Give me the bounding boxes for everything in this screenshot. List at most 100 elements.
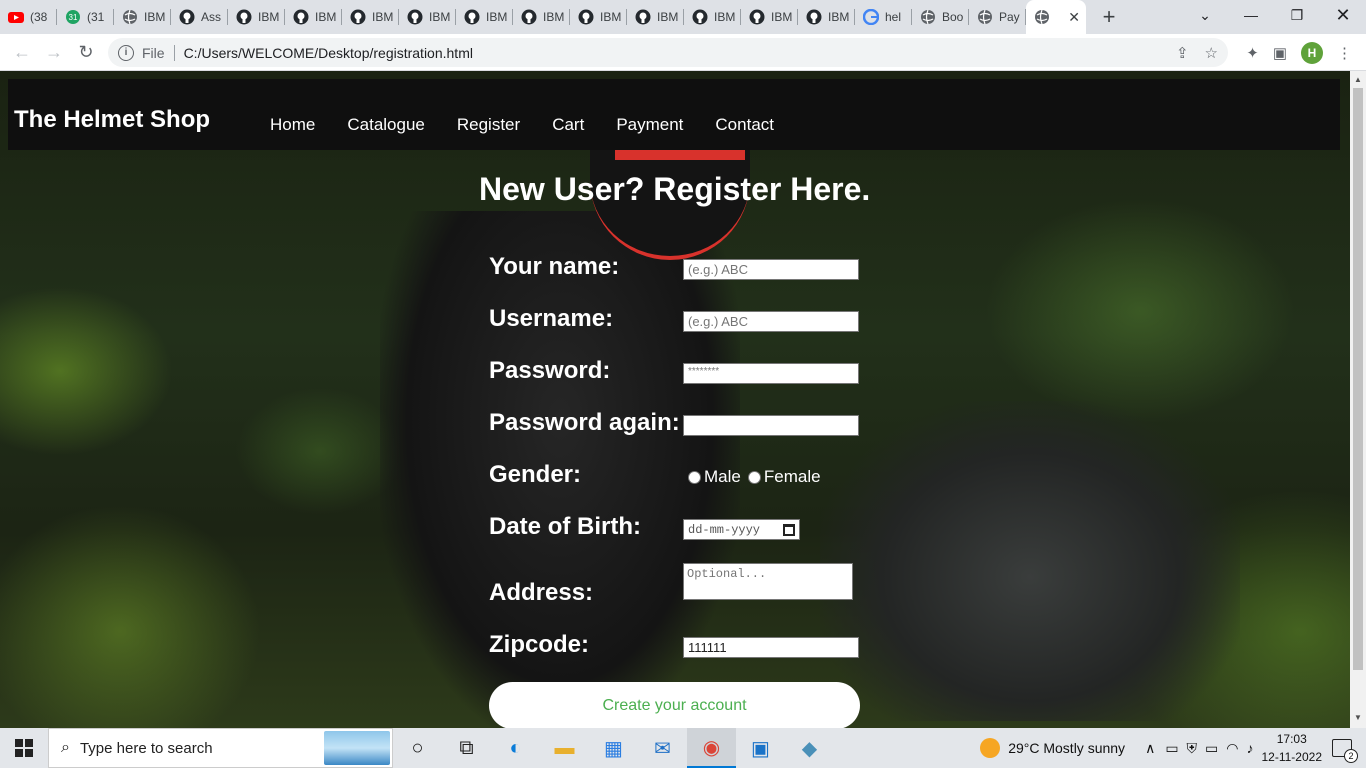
tab-8[interactable]: IBM (456, 0, 513, 34)
globe-icon (920, 9, 936, 25)
site-navbar: The Helmet Shop Home Catalogue Register … (8, 79, 1340, 150)
password-again-label: Password again: (489, 409, 680, 436)
tab-17[interactable]: Pay (969, 0, 1026, 34)
address-textarea[interactable]: Optional... (683, 563, 853, 600)
scroll-down-icon[interactable]: ▼ (1354, 713, 1362, 722)
username-input[interactable]: (e.g.) ABC (683, 311, 859, 332)
password-input[interactable]: ******** (683, 363, 859, 384)
search-highlight-image (324, 731, 390, 765)
weather-icon[interactable] (980, 738, 1001, 758)
nav-link-home[interactable]: Home (270, 115, 315, 135)
forward-button[interactable]: → (38, 36, 70, 68)
app-icon[interactable]: ◆ (785, 728, 834, 768)
github-icon (806, 9, 822, 25)
extensions-icon[interactable]: ✦ (1246, 44, 1259, 62)
scrollbar-thumb[interactable] (1353, 88, 1363, 670)
github-icon (578, 9, 594, 25)
tab-12[interactable]: IBM (684, 0, 741, 34)
password-again-input[interactable] (683, 415, 859, 436)
tab-close-icon[interactable]: ✕ (1068, 9, 1080, 26)
chrome-icon[interactable]: ◉ (687, 728, 736, 768)
file-explorer-icon[interactable]: ▬ (540, 728, 589, 768)
tab-15[interactable]: hel (855, 0, 912, 34)
wifi-icon[interactable]: ◠ (1226, 740, 1238, 757)
tab-title: IBM (600, 10, 622, 24)
task-view-icon[interactable]: ⧉ (442, 728, 491, 768)
github-icon (692, 9, 708, 25)
tab-16[interactable]: Boo (912, 0, 969, 34)
nav-link-contact[interactable]: Contact (715, 115, 774, 135)
menu-icon[interactable]: ⋮ (1337, 44, 1352, 62)
share-icon[interactable]: ⇪ (1176, 44, 1189, 62)
tab-5[interactable]: IBM (285, 0, 342, 34)
edge-icon[interactable]: ◐ (491, 728, 540, 768)
page-scrollbar[interactable]: ▲ ▼ (1350, 71, 1366, 728)
mail-icon[interactable]: ✉ (638, 728, 687, 768)
close-window-button[interactable]: ✕ (1320, 0, 1366, 30)
dob-input[interactable]: dd-mm-yyyy (683, 519, 800, 540)
gender-male-label[interactable]: Male (704, 467, 741, 487)
minimize-button[interactable]: — (1228, 0, 1274, 30)
side-panel-icon[interactable]: ▣ (1273, 44, 1287, 62)
taskbar-search[interactable]: ⌕ Type here to search (48, 728, 393, 768)
gender-female-label[interactable]: Female (764, 467, 821, 487)
tab-search-icon[interactable]: ⌄ (1182, 0, 1228, 30)
tab-2[interactable]: IBM (114, 0, 171, 34)
site-brand[interactable]: The Helmet Shop (14, 106, 210, 134)
gender-label: Gender: (489, 461, 582, 488)
clock-date: 12-11-2022 (1261, 750, 1323, 764)
gender-male-radio[interactable] (688, 470, 701, 484)
show-hidden-icons[interactable]: ∧ (1145, 740, 1155, 757)
zipcode-input[interactable]: 111111 (683, 637, 859, 658)
tab-7[interactable]: IBM (399, 0, 456, 34)
clock[interactable]: 17:03 12-11-2022 (1262, 730, 1323, 766)
address-url[interactable]: C:/Users/WELCOME/Desktop/registration.ht… (184, 45, 473, 61)
restore-button[interactable]: ❐ (1274, 0, 1320, 30)
gender-female-radio[interactable] (747, 470, 761, 484)
reload-button[interactable]: ↻ (70, 36, 102, 68)
tab-14[interactable]: IBM (798, 0, 855, 34)
volume-icon[interactable]: ♪ (1247, 740, 1254, 756)
new-tab-button[interactable]: + (1094, 4, 1124, 30)
info-icon[interactable]: i (118, 44, 134, 61)
name-input[interactable]: (e.g.) ABC (683, 259, 859, 280)
nav-link-catalogue[interactable]: Catalogue (347, 115, 425, 135)
tab-0[interactable]: (38 (0, 0, 57, 34)
nav-link-payment[interactable]: Payment (616, 115, 683, 135)
battery-icon[interactable]: ▭ (1205, 740, 1218, 757)
nav-link-cart[interactable]: Cart (552, 115, 584, 135)
nav-link-register[interactable]: Register (457, 115, 520, 135)
tab-title: IBM (657, 10, 679, 24)
store-icon[interactable]: ▦ (589, 728, 638, 768)
tab-3[interactable]: Ass (171, 0, 228, 34)
windows-start-button[interactable] (0, 728, 48, 768)
calendar-icon[interactable] (783, 523, 795, 536)
tab-6[interactable]: IBM (342, 0, 399, 34)
notification-icon[interactable]: 2 (1332, 739, 1358, 763)
tab-title: IBM (258, 10, 280, 24)
photos-icon[interactable]: ▣ (736, 728, 785, 768)
tab-11[interactable]: IBM (627, 0, 684, 34)
bookmark-star-icon[interactable]: ☆ (1205, 44, 1218, 62)
back-button[interactable]: ← (6, 36, 38, 68)
tab-13[interactable]: IBM (741, 0, 798, 34)
tab-title: IBM (543, 10, 565, 24)
tab-10[interactable]: IBM (570, 0, 627, 34)
profile-avatar[interactable]: H (1301, 41, 1323, 64)
globe-icon (1034, 9, 1050, 25)
name-label: Your name: (489, 253, 620, 280)
tab-active[interactable]: ✕ (1026, 0, 1086, 34)
cortana-icon[interactable]: ○ (393, 728, 442, 768)
globe-icon (977, 9, 993, 25)
address-bar[interactable]: i File C:/Users/WELCOME/Desktop/registra… (108, 38, 1228, 67)
tab-title: IBM (828, 10, 850, 24)
scroll-up-icon[interactable]: ▲ (1354, 75, 1362, 84)
zipcode-label: Zipcode: (489, 631, 589, 658)
create-account-button[interactable]: Create your account (489, 682, 860, 728)
tab-9[interactable]: IBM (513, 0, 570, 34)
tab-1[interactable]: 31 (31 (57, 0, 114, 34)
weather-text[interactable]: 29°C Mostly sunny (1008, 740, 1125, 756)
meet-now-icon[interactable]: ▭ (1165, 740, 1178, 757)
tab-4[interactable]: IBM (228, 0, 285, 34)
security-icon[interactable]: ⛨ (1187, 740, 1198, 757)
